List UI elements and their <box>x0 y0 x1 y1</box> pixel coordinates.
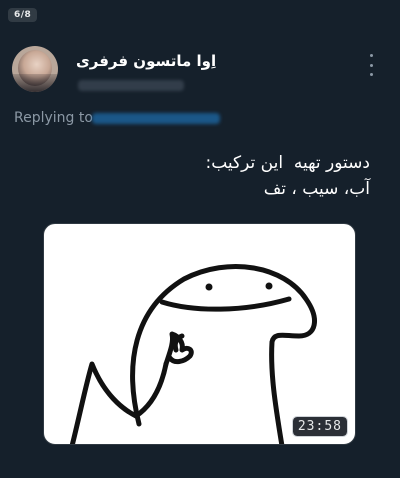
ok-hand-meme-drawing <box>69 264 317 444</box>
video-timestamp: 23:58 <box>291 416 349 437</box>
media-image[interactable]: 23:58 <box>43 223 356 445</box>
tweet-text-line: دستور تهیه این ترکیب: <box>205 153 370 173</box>
avatar[interactable] <box>12 46 58 92</box>
more-vertical-icon[interactable] <box>362 54 380 76</box>
media-counter: 6/8 <box>8 8 38 22</box>
display-name[interactable]: اِوا ماتسون فرفری <box>76 52 216 70</box>
tweet-text: دستور تهیه این ترکیب: آب، سیب ، تف <box>50 150 370 202</box>
tweet-viewer: 6/8 اِوا ماتسون فرفری Replying to دستور … <box>0 0 400 478</box>
replying-to-link-blurred[interactable] <box>92 113 220 124</box>
username-blurred[interactable] <box>78 80 184 91</box>
replying-to-label: Replying to <box>14 110 93 126</box>
tweet-text-line: آب، سیب ، تف <box>263 179 370 199</box>
